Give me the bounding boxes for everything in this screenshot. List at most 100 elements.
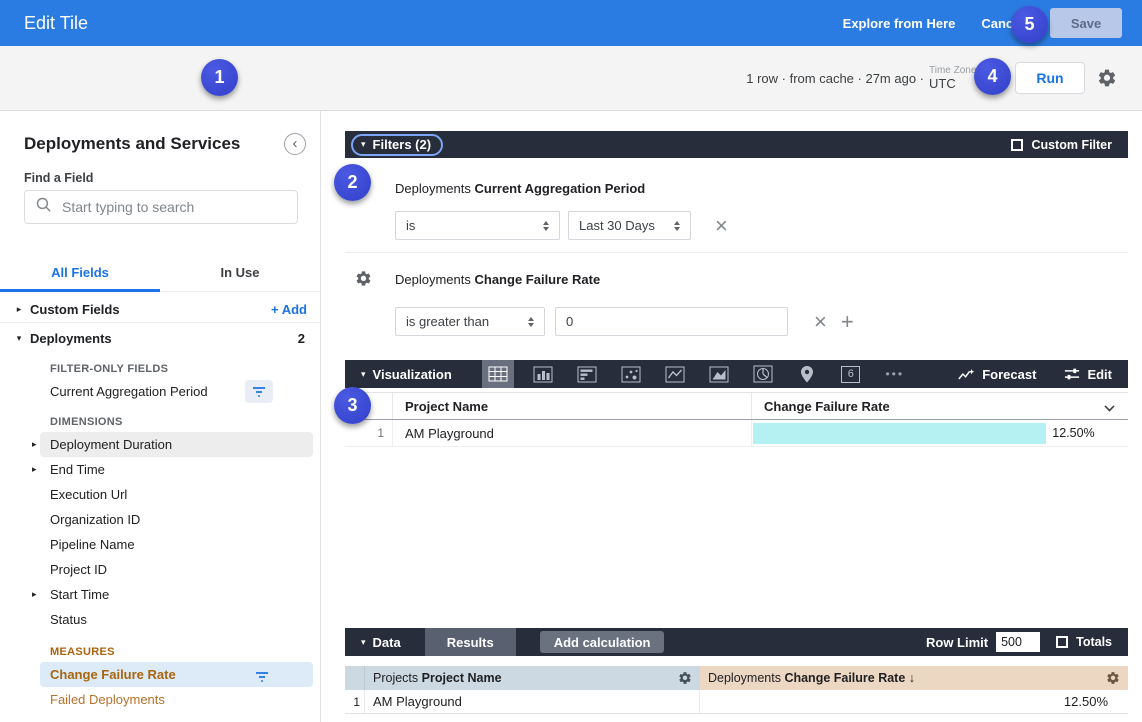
viz-table-row[interactable]: 1 AM Playground 12.50%	[345, 420, 1128, 447]
tab-in-use[interactable]: In Use	[160, 251, 320, 291]
edit-tile-dialog: Edit Tile Explore from Here Cancel Save …	[0, 0, 1142, 722]
field-project-id[interactable]: Project ID	[0, 557, 321, 582]
column-gear-icon[interactable]	[1106, 671, 1120, 685]
cell-value-label: 12.50%	[1052, 426, 1094, 440]
forecast-button[interactable]: Forecast	[957, 367, 1036, 382]
collapse-sidebar-button[interactable]: ‹	[284, 133, 306, 155]
edit-sliders-icon	[1064, 367, 1080, 381]
explore-from-here-link[interactable]: Explore from Here	[843, 16, 956, 31]
field-failed-deployments[interactable]: Failed Deployments	[0, 687, 321, 712]
annotation-badge-3: 3	[334, 387, 371, 424]
field-search-input[interactable]	[62, 199, 272, 215]
viz-type-column-icon[interactable]	[528, 362, 558, 386]
query-status-text: 1 row · from cache · 27m ago ·	[746, 71, 924, 86]
filters-toggle[interactable]: ▾ Filters (2)	[351, 134, 443, 156]
field-list: ▸ Custom Fields + Add ▾ Deployments 2 FI…	[0, 296, 321, 712]
viz-type-switcher: 6 •••	[482, 360, 910, 388]
custom-fields-group[interactable]: ▸ Custom Fields + Add	[0, 296, 321, 323]
select-arrows-icon	[662, 221, 680, 231]
row-number-column-header	[345, 666, 365, 690]
filter-1-operator-select[interactable]: is	[395, 211, 560, 240]
top-bar: Edit Tile Explore from Here Cancel Save	[0, 0, 1142, 46]
main-panel: ▾ Filters (2) Custom Filter Deployments …	[321, 111, 1142, 722]
viz-type-more-icon[interactable]: •••	[880, 362, 910, 386]
viz-col-project-name[interactable]: Project Name	[393, 393, 752, 419]
results-tab[interactable]: Results	[425, 628, 516, 656]
field-search-box[interactable]	[24, 190, 298, 224]
deployments-group[interactable]: ▾ Deployments 2	[0, 323, 321, 353]
filter-gear-icon[interactable]	[355, 270, 372, 292]
add-calculation-button[interactable]: Add calculation	[540, 631, 665, 653]
search-icon	[35, 196, 52, 218]
viz-type-area-icon[interactable]	[704, 362, 734, 386]
field-execution-url[interactable]: Execution Url	[0, 482, 321, 507]
field-start-time[interactable]: ▸ Start Time	[0, 582, 321, 607]
column-gear-icon[interactable]	[678, 671, 692, 685]
totals-checkbox[interactable]	[1056, 636, 1068, 648]
field-change-failure-rate[interactable]: Change Failure Rate	[0, 662, 321, 687]
save-button[interactable]: Save	[1050, 8, 1122, 38]
select-arrows-icon	[531, 221, 549, 231]
viz-type-pie-icon[interactable]	[748, 362, 778, 386]
add-filter-value-icon[interactable]: +	[841, 312, 854, 332]
totals-label: Totals	[1076, 635, 1112, 649]
expand-arrow-icon[interactable]: ▸	[32, 432, 37, 457]
filter-2-value-input[interactable]	[555, 307, 788, 336]
expand-arrow-icon[interactable]: ▸	[32, 582, 37, 607]
data-section-header: ▾ Data Results Add calculation Row Limit…	[345, 628, 1128, 656]
viz-type-scatter-icon[interactable]	[616, 362, 646, 386]
filter-1-label: Deployments Current Aggregation Period	[395, 181, 645, 196]
field-organization-id[interactable]: Organization ID	[0, 507, 321, 532]
section-caret-icon: ▾	[361, 139, 366, 150]
data-table-row[interactable]: 1 AM Playground 12.50%	[345, 690, 1128, 714]
section-caret-icon[interactable]: ▾	[361, 637, 366, 648]
measures-label: MEASURES	[0, 642, 321, 662]
remove-filter-icon[interactable]: ×	[715, 216, 728, 236]
dialog-title: Edit Tile	[24, 13, 88, 34]
tab-all-fields[interactable]: All Fields	[0, 251, 160, 291]
fields-in-use-count: 2	[298, 331, 305, 346]
expand-arrow-icon[interactable]: ▸	[32, 457, 37, 482]
viz-type-table-icon[interactable]	[482, 360, 514, 388]
filter-1-controls: is Last 30 Days ×	[395, 211, 728, 240]
data-col-change-failure-rate[interactable]: Deployments Change Failure Rate ↓	[700, 666, 1128, 690]
custom-filter-label: Custom Filter	[1031, 138, 1112, 152]
edit-viz-button[interactable]: Edit	[1064, 367, 1112, 382]
dimensions-label: DIMENSIONS	[0, 412, 321, 432]
filter-2-operator-select[interactable]: is greater than	[395, 307, 545, 336]
filter-1-value-select[interactable]: Last 30 Days	[568, 211, 691, 240]
field-status[interactable]: Status	[0, 607, 321, 632]
query-bar: Change failure Rate 1 row · from cache ·…	[0, 46, 1142, 111]
expand-arrow-icon[interactable]: ▸	[8, 304, 30, 315]
chevron-down-icon[interactable]	[1104, 401, 1114, 411]
sort-desc-icon: ↓	[909, 671, 915, 685]
field-end-time[interactable]: ▸ End Time	[0, 457, 321, 482]
find-a-field-label: Find a Field	[24, 171, 93, 185]
row-limit-input[interactable]	[996, 632, 1040, 652]
filter-icon[interactable]	[245, 380, 273, 403]
add-custom-field-button[interactable]: + Add	[271, 302, 307, 317]
remove-filter-icon[interactable]: ×	[814, 312, 827, 332]
run-button[interactable]: Run	[1015, 62, 1085, 94]
viz-type-single-value-icon[interactable]: 6	[836, 362, 866, 386]
viz-type-map-icon[interactable]	[792, 362, 822, 386]
explore-title: Deployments and Services	[24, 134, 240, 154]
annotation-badge-5: 5	[1011, 6, 1048, 43]
field-picker-sidebar: Deployments and Services ‹ Find a Field …	[0, 111, 321, 722]
viz-type-line-icon[interactable]	[660, 362, 690, 386]
data-table: Projects Project Name Deployments Change…	[345, 666, 1128, 714]
filters-section-header: ▾ Filters (2) Custom Filter	[345, 131, 1128, 158]
custom-filter-checkbox[interactable]	[1011, 139, 1023, 151]
filter-only-fields-label: FILTER-ONLY FIELDS	[0, 359, 321, 379]
field-current-aggregation-period[interactable]: Current Aggregation Period	[0, 379, 321, 404]
forecast-icon	[957, 367, 975, 382]
field-pipeline-name[interactable]: Pipeline Name	[0, 532, 321, 557]
field-deployment-duration[interactable]: ▸ Deployment Duration	[0, 432, 321, 457]
section-caret-icon[interactable]: ▾	[361, 369, 366, 380]
viz-type-bar-icon[interactable]	[572, 362, 602, 386]
visualization-section-header: ▾ Visualization	[345, 360, 1128, 388]
query-settings-gear-icon[interactable]	[1097, 68, 1117, 88]
collapse-arrow-icon[interactable]: ▾	[8, 333, 30, 344]
data-col-project-name[interactable]: Projects Project Name	[365, 666, 700, 690]
viz-col-change-failure-rate[interactable]: Change Failure Rate	[752, 393, 1128, 419]
